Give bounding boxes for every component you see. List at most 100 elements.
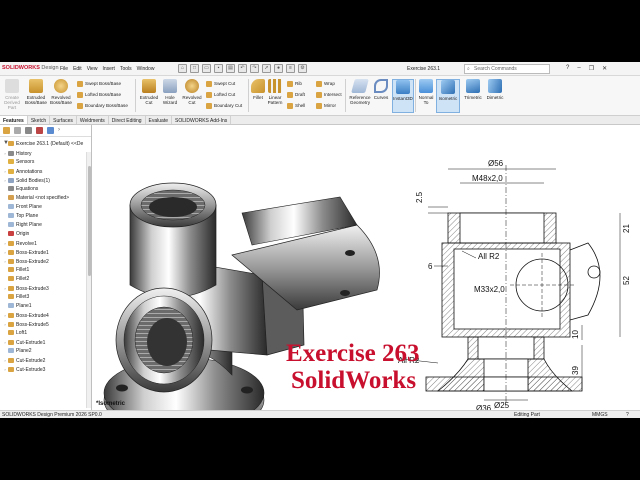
tree-item[interactable]: Loft1 xyxy=(2,329,27,338)
tree-item[interactable]: › Boss-Extrude5 xyxy=(2,320,48,329)
tree-item[interactable]: Fillet2 xyxy=(2,275,29,284)
tree-item[interactable]: Fillet1 xyxy=(2,266,29,275)
tree-item[interactable]: Right Plane xyxy=(2,221,42,230)
menu-view[interactable]: View xyxy=(87,66,98,72)
solidworks-logo[interactable]: SOLIDWORKS Design xyxy=(2,65,59,71)
instant3d-button[interactable]: Instant3D xyxy=(392,79,414,113)
status-units[interactable]: MMGS xyxy=(592,412,608,418)
extruded-boss-button[interactable]: Extruded Boss/Base xyxy=(24,79,48,105)
reference-geometry-button[interactable]: Reference Geometry xyxy=(347,79,373,105)
tree-item[interactable]: › History xyxy=(2,149,31,158)
tree-item[interactable]: Fillet3 xyxy=(2,293,29,302)
tree-item[interactable]: Plane1 xyxy=(2,302,32,311)
boundary-boss-button[interactable]: Boundary Boss/Base xyxy=(77,103,128,109)
tree-item[interactable]: › Boss-Extrude1 xyxy=(2,248,48,257)
tree-item[interactable]: Top Plane xyxy=(2,212,38,221)
dimetric-button[interactable]: Dimetric xyxy=(484,79,506,100)
display-manager-icon[interactable] xyxy=(47,127,54,134)
home-icon[interactable]: ⌂ xyxy=(178,64,187,73)
curves-button[interactable]: Curves xyxy=(373,79,389,100)
open-file-icon[interactable]: ▭ xyxy=(202,64,211,73)
isometric-button[interactable]: Isometric xyxy=(436,79,460,113)
options-icon[interactable]: ⚙ xyxy=(298,64,307,73)
rib-button[interactable]: Rib xyxy=(287,81,302,87)
boundary-cut-button[interactable]: Boundary Cut xyxy=(206,103,242,109)
tab-weldments[interactable]: Weldments xyxy=(77,116,109,124)
collapse-arrow-icon[interactable]: › xyxy=(58,127,65,134)
configuration-manager-icon[interactable] xyxy=(25,127,32,134)
tree-item[interactable]: Equations xyxy=(2,185,38,194)
linear-pattern-button[interactable]: Linear Pattern xyxy=(266,79,284,105)
shell-button[interactable]: Shell xyxy=(287,103,305,109)
tree-item[interactable]: › Cut-Extrude3 xyxy=(2,365,45,374)
tree-item[interactable]: Front Plane xyxy=(2,203,42,212)
undo-icon[interactable]: ↶ xyxy=(238,64,247,73)
tree-item[interactable]: › Cut-Extrude2 xyxy=(2,356,45,365)
tab-surfaces[interactable]: Surfaces xyxy=(50,116,77,124)
extrude-icon xyxy=(8,286,14,292)
tree-item-label: Equations xyxy=(16,186,39,192)
tab-sketch[interactable]: Sketch xyxy=(28,116,51,124)
extrude-icon xyxy=(8,259,14,265)
fillet-button[interactable]: Fillet xyxy=(250,79,266,100)
tree-item[interactable]: Sensors xyxy=(2,158,34,167)
dimxpert-icon[interactable] xyxy=(36,127,43,134)
menu-edit[interactable]: Edit xyxy=(73,66,82,72)
property-manager-icon[interactable] xyxy=(14,127,21,134)
minimize-icon[interactable]: – xyxy=(577,65,580,72)
select-icon[interactable]: ➚ xyxy=(262,64,271,73)
file-properties-icon[interactable]: ≡ xyxy=(286,64,295,73)
tab-add-ins[interactable]: SOLIDWORKS Add-Ins xyxy=(172,116,232,124)
curves-icon xyxy=(374,79,388,93)
help-icon[interactable]: ? xyxy=(566,65,569,72)
tree-item[interactable]: › Annotations xyxy=(2,167,42,176)
menu-tools[interactable]: Tools xyxy=(120,66,132,72)
lofted-boss-button[interactable]: Lofted Boss/Base xyxy=(77,92,121,98)
help-icon[interactable]: ? xyxy=(626,412,629,418)
mirror-button[interactable]: Mirror xyxy=(316,103,336,109)
draft-button[interactable]: Draft xyxy=(287,92,305,98)
scrollbar-thumb[interactable] xyxy=(88,166,91,276)
tree-item[interactable]: › Revolve1 xyxy=(2,239,37,248)
close-icon[interactable]: ✕ xyxy=(602,65,607,72)
tree-item-label: Revolve1 xyxy=(16,241,37,247)
intersect-button[interactable]: Intersect xyxy=(316,92,342,98)
engineering-drawing[interactable] xyxy=(401,165,621,416)
revolved-boss-button[interactable]: Revolved Boss/Base xyxy=(49,79,73,105)
new-file-icon[interactable]: □ xyxy=(190,64,199,73)
tree-item[interactable]: › Boss-Extrude4 xyxy=(2,311,48,320)
lofted-cut-button[interactable]: Lofted Cut xyxy=(206,92,235,98)
redo-icon[interactable]: ↷ xyxy=(250,64,259,73)
tree-item[interactable]: Origin xyxy=(2,230,29,239)
search-commands-input[interactable]: ⌕ Search Commands xyxy=(464,64,550,74)
extruded-cut-button[interactable]: Extruded Cut xyxy=(138,79,160,105)
revolved-cut-button[interactable]: Revolved Cut xyxy=(181,79,203,105)
tree-item[interactable]: Plane2 xyxy=(2,347,32,356)
wrap-button[interactable]: Wrap xyxy=(316,81,335,87)
swept-boss-button[interactable]: Swept Boss/Base xyxy=(77,81,121,87)
feature-manager-icon[interactable] xyxy=(3,127,10,134)
tree-item[interactable]: › Solid Bodies(1) xyxy=(2,176,50,185)
menu-file[interactable]: File xyxy=(60,66,68,72)
tree-root[interactable]: Exercise 263.1 (Default) <<De xyxy=(8,140,83,149)
rebuild-icon[interactable]: ● xyxy=(274,64,283,73)
tab-features[interactable]: Features xyxy=(0,116,28,124)
tree-item[interactable]: › Boss-Extrude3 xyxy=(2,284,48,293)
save-icon[interactable]: ▪ xyxy=(214,64,223,73)
hole-wizard-button[interactable]: Hole Wizard xyxy=(160,79,180,105)
normal-to-button[interactable]: Normal To xyxy=(417,79,435,105)
trimetric-button[interactable]: Trimetric xyxy=(462,79,484,100)
tree-scrollbar[interactable] xyxy=(86,152,91,408)
print-icon[interactable]: ▤ xyxy=(226,64,235,73)
menu-insert[interactable]: Insert xyxy=(102,66,115,72)
restore-icon[interactable]: ❐ xyxy=(589,65,594,72)
menu-window[interactable]: Window xyxy=(137,66,155,72)
tree-item-label: Loft1 xyxy=(16,330,28,336)
tab-direct-editing[interactable]: Direct Editing xyxy=(109,116,146,124)
tree-item[interactable]: › Boss-Extrude2 xyxy=(2,257,48,266)
tab-evaluate[interactable]: Evaluate xyxy=(146,116,172,124)
tree-item[interactable]: › Cut-Extrude1 xyxy=(2,338,45,347)
create-derived-part-button[interactable]: Create Derived Part xyxy=(2,79,22,110)
tree-item[interactable]: Material <not specified> xyxy=(2,194,69,203)
swept-cut-button[interactable]: Swept Cut xyxy=(206,81,235,87)
